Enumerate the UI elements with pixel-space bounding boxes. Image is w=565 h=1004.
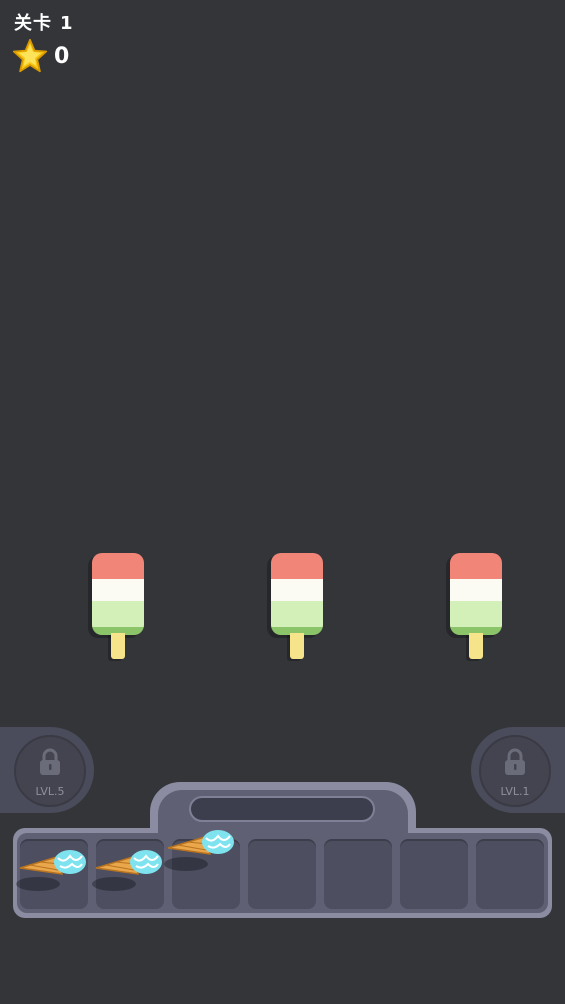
level-indicator: 关卡 1 <box>14 9 74 35</box>
ice-cream-cone-icon[interactable] <box>92 846 164 892</box>
tray-slot-7[interactable] <box>476 839 544 909</box>
ice-cream-cone-icon[interactable] <box>164 826 236 872</box>
lock-level-label: LVL.5 <box>35 785 65 798</box>
popsicle-stick <box>290 633 304 659</box>
popsicle-body <box>450 553 502 635</box>
locked-slot-button[interactable]: LVL.5 <box>14 735 86 807</box>
lock-icon <box>40 748 60 775</box>
progress-bar <box>189 796 375 822</box>
popsicle-target[interactable] <box>92 553 144 663</box>
star-count: 0 <box>54 43 70 69</box>
popsicle-target[interactable] <box>271 553 323 663</box>
ice-cream-cone-icon[interactable] <box>16 846 88 892</box>
tray-slot-5[interactable] <box>324 839 392 909</box>
locked-slot-button[interactable]: LVL.1 <box>479 735 551 807</box>
star-counter: 0 <box>12 38 69 74</box>
popsicle-stick <box>111 633 125 659</box>
lock-icon <box>505 748 525 775</box>
popsicle-target[interactable] <box>450 553 502 663</box>
level-number: 1 <box>60 13 74 34</box>
star-icon <box>12 38 48 73</box>
lock-level-label: LVL.1 <box>500 785 530 798</box>
locked-slot-left[interactable]: LVL.5 <box>0 727 94 813</box>
tray-slot-4[interactable] <box>248 839 316 909</box>
level-prefix: 关卡 <box>14 13 52 34</box>
tray-slot-6[interactable] <box>400 839 468 909</box>
locked-slot-right[interactable]: LVL.1 <box>471 727 565 813</box>
popsicle-body <box>92 553 144 635</box>
popsicle-body <box>271 553 323 635</box>
game-stage: 关卡 1 0 LVL.5 LVL.1 <box>0 0 565 1004</box>
popsicle-stick <box>469 633 483 659</box>
